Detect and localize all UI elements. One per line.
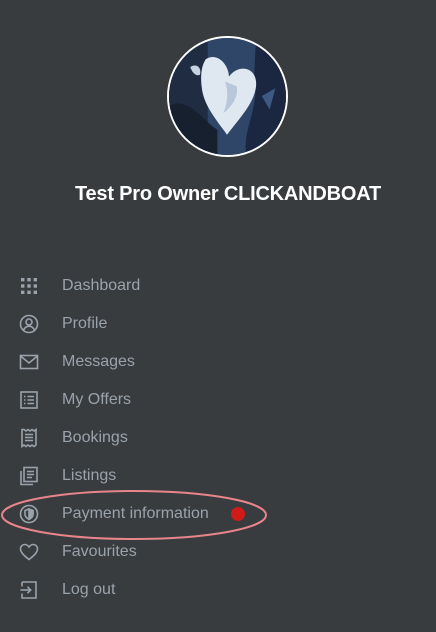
logout-icon (19, 580, 39, 600)
menu-label-listings: Listings (62, 467, 117, 484)
documents-icon (19, 466, 39, 486)
menu-label-messages: Messages (62, 353, 135, 370)
menu-label-dashboard: Dashboard (62, 277, 141, 294)
menu-label-payment-information: Payment information (62, 505, 209, 522)
receipt-icon (19, 428, 39, 448)
grid-icon (19, 276, 39, 296)
menu-label-log-out: Log out (62, 581, 116, 598)
menu-item-listings[interactable]: Listings (0, 457, 436, 495)
menu-item-profile[interactable]: Profile (0, 305, 436, 343)
account-menu: Dashboard Profile Messages My Offers Boo… (0, 267, 436, 609)
menu-item-dashboard[interactable]: Dashboard (0, 267, 436, 305)
menu-item-messages[interactable]: Messages (0, 343, 436, 381)
envelope-icon (19, 352, 39, 372)
menu-label-my-offers: My Offers (62, 391, 132, 408)
menu-item-my-offers[interactable]: My Offers (0, 381, 436, 419)
avatar-image (169, 38, 286, 155)
menu-item-favourites[interactable]: Favourites (0, 533, 436, 571)
heart-icon (19, 542, 39, 562)
menu-item-payment-information[interactable]: Payment information (0, 495, 436, 533)
list-icon (19, 390, 39, 410)
menu-label-bookings: Bookings (62, 429, 128, 446)
menu-label-favourites: Favourites (62, 543, 137, 560)
user-name: Test Pro Owner CLICKANDBOAT (74, 183, 382, 205)
menu-item-bookings[interactable]: Bookings (0, 419, 436, 457)
shield-icon (19, 504, 39, 524)
avatar[interactable] (167, 36, 288, 157)
user-circle-icon (19, 314, 39, 334)
menu-item-log-out[interactable]: Log out (0, 571, 436, 609)
menu-label-profile: Profile (62, 315, 108, 332)
alert-dot (231, 507, 245, 521)
